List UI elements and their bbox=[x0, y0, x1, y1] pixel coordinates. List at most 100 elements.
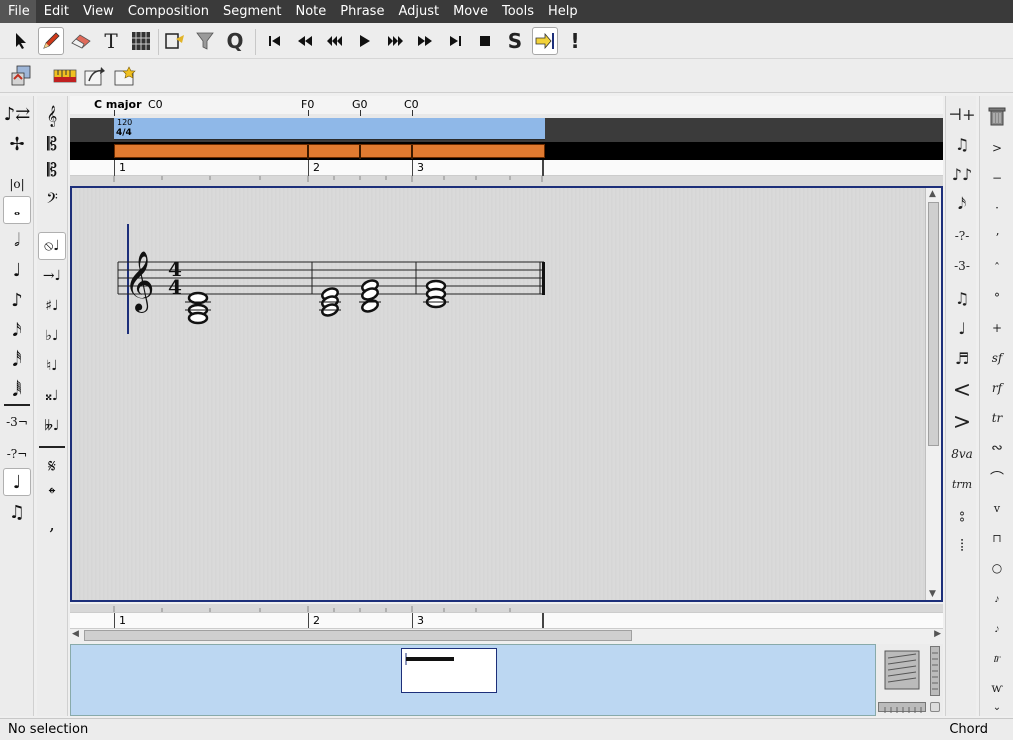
whole-note-icon[interactable]: 𝅝 bbox=[3, 196, 31, 224]
turn-icon[interactable]: ∾ bbox=[983, 434, 1011, 462]
chord-bar-2b[interactable] bbox=[359, 279, 381, 314]
forward-icon[interactable] bbox=[412, 27, 438, 55]
bottom-bar-ruler[interactable]: 1 2 3 bbox=[70, 604, 943, 629]
trash-icon[interactable] bbox=[983, 102, 1011, 130]
horizontal-scroll-thumb[interactable] bbox=[84, 630, 632, 641]
overview-panner[interactable] bbox=[70, 644, 876, 716]
bass-clef-icon[interactable]: 𝄢 bbox=[38, 186, 66, 214]
open-string-icon[interactable]: ○ bbox=[983, 554, 1011, 582]
follow-accidental-icon[interactable]: →♩ bbox=[38, 262, 66, 290]
rewind-icon[interactable] bbox=[292, 27, 318, 55]
glissando-icon[interactable]: ⦂ bbox=[948, 502, 976, 530]
down-bow-icon[interactable]: ⊓ bbox=[983, 524, 1011, 552]
menu-view[interactable]: View bbox=[75, 0, 120, 23]
note-switch-icon[interactable]: ♪⇄ bbox=[3, 100, 31, 128]
tremolo-icon[interactable]: ⦙ bbox=[948, 532, 976, 560]
segment-parameters-icon[interactable] bbox=[8, 62, 34, 90]
staccato-icon[interactable]: · bbox=[983, 194, 1011, 222]
up-bow-icon[interactable]: v bbox=[983, 494, 1011, 522]
trill-line-icon[interactable]: trm bbox=[948, 470, 976, 498]
crescendo-icon[interactable]: < bbox=[948, 376, 976, 404]
forward-to-end-icon[interactable] bbox=[442, 27, 468, 55]
ruler-icon[interactable] bbox=[52, 62, 78, 90]
tuplet-tool-icon[interactable]: -?- bbox=[948, 222, 976, 250]
staccatissimo-icon[interactable]: ʼ bbox=[983, 224, 1011, 252]
inverted-mordent-icon[interactable]: 𝆕 bbox=[983, 614, 1011, 642]
menu-segment[interactable]: Segment bbox=[215, 0, 288, 23]
notation-canvas[interactable]: 𝄞 4 4 ▲ ▼ bbox=[70, 186, 943, 602]
quantize-icon[interactable]: Q bbox=[222, 27, 248, 55]
alto-clef-icon[interactable]: 𝄡 bbox=[38, 130, 66, 158]
tempo-ruler[interactable]: 120 4/4 bbox=[70, 118, 943, 142]
double-flat-icon[interactable]: 𝄫♩ bbox=[38, 412, 66, 440]
eighth-note-icon[interactable]: ♪ bbox=[3, 286, 31, 314]
text-icon[interactable]: T bbox=[98, 27, 124, 55]
unbeam-icon[interactable]: ♪♪ bbox=[948, 160, 976, 188]
marcato-icon[interactable]: ˆ bbox=[983, 254, 1011, 282]
segment-bar[interactable] bbox=[114, 144, 545, 159]
tenor-clef-icon[interactable]: 𝄡 bbox=[38, 156, 66, 184]
vertical-scroll-thumb[interactable] bbox=[928, 202, 939, 446]
menu-adjust[interactable]: Adjust bbox=[390, 0, 445, 23]
grace-icon[interactable]: ♬ bbox=[948, 344, 976, 372]
filter-funnel-icon[interactable] bbox=[192, 27, 218, 55]
trill-icon[interactable]: tr bbox=[983, 404, 1011, 432]
menu-phrase[interactable]: Phrase bbox=[332, 0, 390, 23]
quarter-note-icon[interactable]: ♩ bbox=[3, 256, 31, 284]
triplet-icon[interactable]: -3¬ bbox=[3, 408, 31, 436]
panner-viewport[interactable] bbox=[401, 648, 497, 693]
chord-bar-1[interactable] bbox=[185, 291, 211, 325]
bar-ruler[interactable]: 1 2 3 bbox=[70, 160, 943, 176]
fast-forward-icon[interactable] bbox=[382, 27, 408, 55]
double-sharp-icon[interactable]: 𝄪♩ bbox=[38, 382, 66, 410]
beam-icon[interactable]: ♫ bbox=[948, 130, 976, 158]
tempo-bar[interactable]: 120 4/4 bbox=[114, 118, 545, 140]
accent-icon[interactable]: > bbox=[983, 134, 1011, 162]
flat-icon[interactable]: ♭♩ bbox=[38, 322, 66, 350]
sixty-fourth-note-icon[interactable]: 𝅘𝅥𝅱 bbox=[3, 376, 31, 404]
menu-file[interactable]: File bbox=[0, 0, 36, 23]
score-staff[interactable]: 𝄞 4 4 bbox=[72, 188, 929, 600]
draw-pencil-icon[interactable] bbox=[38, 27, 64, 55]
horizontal-zoom-slider[interactable] bbox=[878, 702, 926, 713]
guitar-chord-icon[interactable] bbox=[128, 27, 154, 55]
menu-tools[interactable]: Tools bbox=[494, 0, 540, 23]
tie-icon[interactable]: ♫ bbox=[948, 284, 976, 312]
play-icon[interactable] bbox=[352, 27, 378, 55]
long-mordent-icon[interactable]: 𝆖 bbox=[983, 644, 1011, 672]
sharp-icon[interactable]: ♯♩ bbox=[38, 292, 66, 320]
scroll-left-icon[interactable]: ◀ bbox=[72, 629, 79, 639]
erase-icon[interactable] bbox=[68, 27, 94, 55]
fast-rewind-icon[interactable] bbox=[322, 27, 348, 55]
menu-edit[interactable]: Edit bbox=[36, 0, 75, 23]
chord-bar-3[interactable] bbox=[423, 279, 449, 309]
stop-icon[interactable] bbox=[472, 27, 498, 55]
auto-beam-icon[interactable]: 𝅘𝅥𝅯 bbox=[948, 190, 976, 218]
vertical-scrollbar[interactable]: ▲ ▼ bbox=[925, 188, 941, 600]
untie-icon[interactable]: ♩ bbox=[948, 314, 976, 342]
half-note-icon[interactable]: 𝅗𝅥 bbox=[3, 226, 31, 254]
natural-icon[interactable]: ♮♩ bbox=[38, 352, 66, 380]
triplet-tool-icon[interactable]: -3- bbox=[948, 252, 976, 280]
open-icon[interactable]: + bbox=[983, 314, 1011, 342]
breve-icon[interactable]: |o| bbox=[3, 170, 31, 198]
menu-note[interactable]: Note bbox=[288, 0, 333, 23]
coda-icon[interactable]: 𝄌 bbox=[38, 480, 66, 508]
scroll-right-icon[interactable]: ▶ bbox=[934, 629, 941, 639]
sixteenth-note-icon[interactable]: 𝅘𝅥𝅯 bbox=[3, 316, 31, 344]
tenuto-icon[interactable]: − bbox=[983, 164, 1011, 192]
chord-name-ruler[interactable]: C major C0 F0 G0 C0 bbox=[70, 96, 943, 116]
thirty-second-note-icon[interactable]: 𝅘𝅥𝅰 bbox=[3, 346, 31, 374]
octave-up-icon[interactable]: 8va bbox=[948, 440, 976, 468]
harmonic-icon[interactable]: ° bbox=[983, 284, 1011, 312]
panic-icon[interactable]: ! bbox=[562, 27, 588, 55]
sforzando-icon[interactable]: sf bbox=[983, 344, 1011, 372]
grace-note-icon[interactable]: ♫ bbox=[3, 498, 31, 526]
scroll-up-icon[interactable]: ▲ bbox=[929, 189, 936, 199]
zoom-reset-button[interactable] bbox=[930, 702, 940, 712]
cursor-to-playback-icon[interactable] bbox=[532, 27, 558, 55]
rewind-to-start-icon[interactable] bbox=[262, 27, 288, 55]
select-arrow-icon[interactable] bbox=[8, 27, 34, 55]
palette-more-icon[interactable]: ⌄ bbox=[983, 698, 1011, 716]
tuplet-icon[interactable]: -?¬ bbox=[3, 440, 31, 468]
